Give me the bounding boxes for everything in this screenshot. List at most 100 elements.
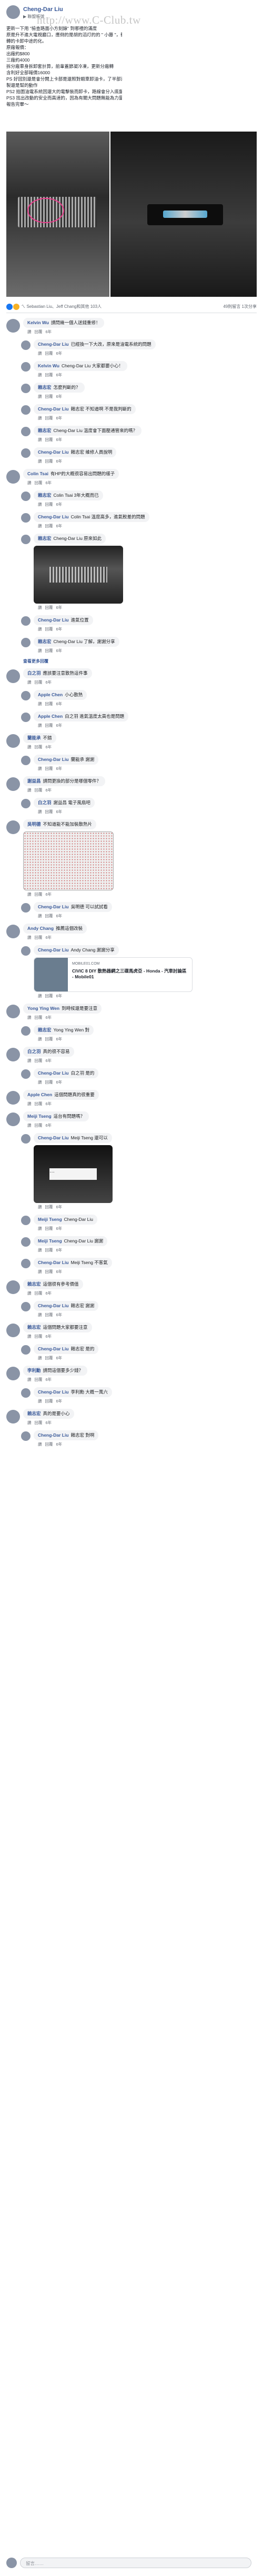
commenter-avatar[interactable] bbox=[6, 925, 20, 938]
reply-link[interactable]: 回覆 bbox=[35, 1015, 43, 1020]
reply-link[interactable]: 回覆 bbox=[45, 394, 53, 399]
reply-link[interactable]: 回覆 bbox=[45, 1248, 53, 1252]
reply-link[interactable]: 回覆 bbox=[45, 1269, 53, 1274]
commenter-name[interactable]: Meiji Tseng bbox=[27, 1114, 52, 1119]
commenter-avatar[interactable] bbox=[21, 362, 31, 372]
commenter-name[interactable]: Cheng-Dar Liu bbox=[38, 1260, 69, 1265]
commenter-avatar[interactable] bbox=[21, 1302, 31, 1311]
commenter-name[interactable]: Cheng-Dar Liu bbox=[38, 947, 69, 953]
commenter-avatar[interactable] bbox=[21, 340, 31, 350]
commenter-name[interactable]: Cheng-Dar Liu bbox=[38, 342, 69, 347]
reply-link[interactable]: 回覆 bbox=[45, 809, 53, 814]
like-link[interactable]: 讚 bbox=[27, 1058, 32, 1063]
commenter-name[interactable]: 賴志宏 bbox=[38, 639, 52, 644]
commenter-name[interactable]: Cheng-Dar Liu bbox=[38, 904, 69, 909]
commenter-avatar[interactable] bbox=[21, 1134, 31, 1144]
commenter-avatar[interactable] bbox=[6, 1112, 20, 1126]
like-link[interactable]: 讚 bbox=[27, 935, 32, 940]
commenter-name[interactable]: Cheng-Dar Liu bbox=[38, 617, 69, 623]
reply-link[interactable]: 回覆 bbox=[35, 480, 43, 485]
commenter-avatar[interactable] bbox=[21, 713, 31, 722]
commenter-avatar[interactable] bbox=[21, 1431, 31, 1441]
reply-link[interactable]: 回覆 bbox=[45, 723, 53, 728]
commenter-avatar[interactable] bbox=[21, 1388, 31, 1398]
reply-link[interactable]: 回覆 bbox=[45, 524, 53, 528]
like-link[interactable]: 讚 bbox=[38, 1205, 42, 1209]
reply-link[interactable]: 回覆 bbox=[45, 351, 53, 356]
like-link[interactable]: 讚 bbox=[38, 1356, 42, 1360]
photo-dashboard[interactable] bbox=[110, 132, 257, 297]
commenter-avatar[interactable] bbox=[6, 1367, 20, 1380]
like-link[interactable]: 讚 bbox=[38, 723, 42, 728]
commenter-avatar[interactable] bbox=[21, 448, 31, 458]
commenter-name[interactable]: 蘭能承 bbox=[27, 735, 41, 740]
reply-link[interactable]: 回覆 bbox=[35, 788, 43, 793]
like-link[interactable]: 讚 bbox=[38, 914, 42, 918]
like-link[interactable]: 讚 bbox=[27, 1420, 32, 1425]
view-more-replies[interactable]: 查看更多回覆 bbox=[23, 658, 257, 664]
reply-link[interactable]: 回覆 bbox=[35, 1101, 43, 1106]
like-link[interactable]: 讚 bbox=[38, 766, 42, 771]
commenter-name[interactable]: 賴志宏 bbox=[38, 536, 52, 541]
commenter-name[interactable]: 賴志宏 bbox=[38, 428, 52, 433]
commenter-name[interactable]: Andy Chang bbox=[27, 926, 54, 931]
commenter-name[interactable]: 賴志宏 bbox=[38, 493, 52, 498]
commenter-name[interactable]: Kelvin Wu bbox=[38, 363, 59, 368]
commenter-avatar[interactable] bbox=[21, 427, 31, 436]
like-link[interactable]: 讚 bbox=[38, 373, 42, 377]
like-link[interactable]: 讚 bbox=[38, 524, 42, 528]
commenter-name[interactable]: Yong Ying Wen bbox=[27, 1006, 59, 1011]
commenter-avatar[interactable] bbox=[21, 405, 31, 415]
commenter-name[interactable]: Cheng-Dar Liu bbox=[38, 1303, 69, 1308]
commenter-name[interactable]: 賴志宏 bbox=[27, 1281, 41, 1287]
like-link[interactable]: 讚 bbox=[27, 329, 32, 334]
commenter-avatar[interactable] bbox=[6, 470, 20, 484]
like-link[interactable]: 讚 bbox=[27, 680, 32, 685]
commenter-name[interactable]: 白之羽 bbox=[27, 670, 41, 676]
commenter-name[interactable]: 吳明德 bbox=[27, 821, 41, 827]
commenter-avatar[interactable] bbox=[21, 638, 31, 647]
like-link[interactable]: 讚 bbox=[27, 892, 32, 897]
commenter-avatar[interactable] bbox=[21, 903, 31, 913]
reply-link[interactable]: 回覆 bbox=[45, 1226, 53, 1231]
commenter-name[interactable]: Meiji Tseng bbox=[38, 1217, 62, 1222]
like-link[interactable]: 讚 bbox=[27, 1123, 32, 1128]
like-link[interactable]: 讚 bbox=[38, 994, 42, 998]
like-link[interactable]: 讚 bbox=[38, 1312, 42, 1317]
like-link[interactable]: 讚 bbox=[27, 1015, 32, 1020]
like-link[interactable]: 讚 bbox=[38, 701, 42, 706]
commenter-avatar[interactable] bbox=[21, 946, 31, 956]
commenter-name[interactable]: Apple Chen bbox=[27, 1092, 52, 1097]
like-link[interactable]: 讚 bbox=[27, 1334, 32, 1339]
commenter-avatar[interactable] bbox=[6, 319, 20, 333]
like-link[interactable]: 讚 bbox=[27, 480, 32, 485]
reply-link[interactable]: 回覆 bbox=[45, 914, 53, 918]
commenter-avatar[interactable] bbox=[21, 535, 31, 544]
commenter-avatar[interactable] bbox=[6, 1410, 20, 1424]
commenter-name[interactable]: Kelvin Wu bbox=[27, 320, 49, 325]
commenter-name[interactable]: 賴志宏 bbox=[27, 1411, 41, 1416]
commenter-avatar[interactable] bbox=[6, 1091, 20, 1105]
commenter-name[interactable]: 白之羽 bbox=[38, 800, 52, 805]
commenter-avatar[interactable] bbox=[6, 1048, 20, 1061]
reply-link[interactable]: 回覆 bbox=[45, 1080, 53, 1085]
like-link[interactable]: 讚 bbox=[38, 1037, 42, 1041]
commenter-avatar[interactable] bbox=[21, 1237, 31, 1247]
commenter-avatar[interactable] bbox=[6, 1280, 20, 1294]
commenter-name[interactable]: Apple Chen bbox=[38, 692, 63, 697]
reply-link[interactable]: 回覆 bbox=[35, 1334, 43, 1339]
reaction-summary[interactable]: ㄟ Sebastian Liu、Jeff Chang和其他 103人 bbox=[6, 304, 102, 310]
reply-link[interactable]: 回覆 bbox=[35, 935, 43, 940]
reply-link[interactable]: 回覆 bbox=[45, 1399, 53, 1404]
commenter-name[interactable]: 李利勳 bbox=[27, 1368, 41, 1373]
commenter-name[interactable]: Cheng-Dar Liu bbox=[38, 1432, 69, 1438]
reply-link[interactable]: 回覆 bbox=[45, 1037, 53, 1041]
like-link[interactable]: 讚 bbox=[38, 605, 42, 610]
commenter-avatar[interactable] bbox=[21, 492, 31, 501]
commenter-name[interactable]: Cheng-Dar Liu bbox=[38, 1135, 69, 1140]
commenter-name[interactable]: 賴志宏 bbox=[27, 1325, 41, 1330]
like-link[interactable]: 讚 bbox=[38, 351, 42, 356]
reply-link[interactable]: 回覆 bbox=[45, 605, 53, 610]
reply-link[interactable]: 回覆 bbox=[35, 1377, 43, 1382]
commenter-name[interactable]: Cheng-Dar Liu bbox=[38, 1070, 69, 1076]
